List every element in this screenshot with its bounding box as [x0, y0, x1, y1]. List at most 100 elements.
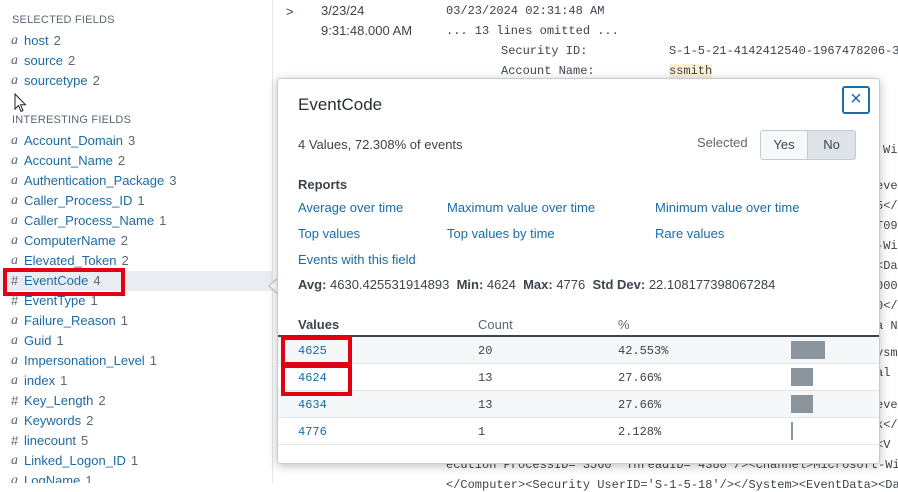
field-count: 1: [85, 473, 93, 483]
field-item-authentication-package[interactable]: a Authentication_Package 3: [0, 171, 272, 191]
report-minimum-over-time[interactable]: Minimum value over time: [655, 200, 800, 215]
security-id-label: Security ID:: [501, 44, 588, 58]
string-field-icon: a: [11, 53, 18, 68]
numeric-field-icon: #: [11, 273, 19, 288]
field-item-computername[interactable]: a ComputerName 2: [0, 231, 272, 251]
percent-cell: 27.66%: [618, 398, 662, 412]
field-item-source[interactable]: a source 2: [0, 51, 272, 71]
field-item-failure-reason[interactable]: a Failure_Reason 1: [0, 311, 272, 331]
report-top-values[interactable]: Top values: [298, 226, 360, 241]
field-item-host[interactable]: a host 2: [0, 31, 272, 51]
field-item-caller-process-name[interactable]: a Caller_Process_Name 1: [0, 211, 272, 231]
field-item-sourcetype[interactable]: a sourcetype 2: [0, 71, 272, 91]
field-name: Authentication_Package 3: [24, 171, 176, 191]
raw-event-line: </Computer><Security UserID='S-1-5-18'/>…: [446, 478, 898, 492]
string-field-icon: a: [11, 473, 18, 483]
std-dev-value: 22.108177398067284: [648, 277, 776, 292]
field-count: 1: [60, 373, 68, 388]
field-name-text: Failure_Reason: [24, 313, 116, 328]
lines-omitted-link[interactable]: ... 13 lines omitted ...: [446, 24, 619, 38]
field-name-text: Caller_Process_Name: [24, 213, 155, 228]
field-item-index[interactable]: a index 1: [0, 371, 272, 391]
field-item-guid[interactable]: a Guid 1: [0, 331, 272, 351]
field-item-key-length[interactable]: # Key_Length 2: [0, 391, 272, 411]
reports-title: Reports: [298, 177, 348, 192]
report-rare-values[interactable]: Rare values: [655, 226, 724, 241]
event-date: 3/23/24: [321, 3, 365, 18]
selected-yes-button[interactable]: Yes: [760, 130, 808, 160]
string-field-icon: a: [11, 173, 18, 188]
field-name-text: Elevated_Token: [24, 253, 117, 268]
field-count: 2: [92, 73, 100, 88]
table-row: 4624 13 27.66%: [278, 364, 879, 391]
popup-title: EventCode: [298, 95, 383, 114]
field-statistics: Avg: 4630.425531914893 Min: 4624 Max: 47…: [298, 277, 775, 292]
numeric-field-icon: #: [11, 433, 19, 448]
value-link[interactable]: 4624: [298, 371, 327, 385]
count-cell: 13: [478, 398, 493, 412]
count-cell: 1: [478, 425, 486, 439]
std-dev-label: Std Dev:: [592, 277, 646, 292]
field-count: 5: [81, 433, 89, 448]
field-item-account-domain[interactable]: a Account_Domain 3: [0, 131, 272, 151]
field-item-linked-logon-id[interactable]: a Linked_Logon_ID 1: [0, 451, 272, 471]
string-field-icon: a: [11, 253, 18, 268]
selected-no-button[interactable]: No: [808, 130, 856, 160]
report-maximum-over-time[interactable]: Maximum value over time: [447, 200, 595, 215]
field-item-logname[interactable]: a LogName 1: [0, 471, 272, 483]
field-name: Keywords 2: [24, 411, 93, 431]
field-name-text: EventCode: [24, 273, 89, 288]
report-top-values-by-time[interactable]: Top values by time: [447, 226, 555, 241]
report-events-with-field[interactable]: Events with this field: [298, 252, 416, 267]
percent-column-header: %: [618, 317, 630, 332]
field-name-text: Caller_Process_ID: [24, 193, 133, 208]
field-name-text: Guid: [24, 333, 52, 348]
interesting-fields-title: INTERESTING FIELDS: [12, 114, 132, 126]
field-name: source 2: [24, 51, 75, 71]
close-button[interactable]: ×: [842, 86, 870, 114]
field-item-caller-process-id[interactable]: a Caller_Process_ID 1: [0, 191, 272, 211]
field-name: ComputerName 2: [24, 231, 128, 251]
value-link[interactable]: 4776: [298, 425, 327, 439]
account-name-label: Account Name:: [501, 64, 595, 78]
selected-fields-title: SELECTED FIELDS: [12, 14, 115, 26]
field-count: 2: [98, 393, 106, 408]
string-field-icon: a: [11, 333, 18, 348]
string-field-icon: a: [11, 193, 18, 208]
field-item-eventcode[interactable]: # EventCode 4: [0, 271, 272, 291]
min-label: Min:: [456, 277, 484, 292]
field-name-text: linecount: [24, 433, 77, 448]
field-item-eventtype[interactable]: # EventType 1: [0, 291, 272, 311]
max-label: Max:: [523, 277, 553, 292]
field-name: Account_Name 2: [24, 151, 125, 171]
field-item-linecount[interactable]: # linecount 5: [0, 431, 272, 451]
security-id-value[interactable]: S-1-5-21-4142412540-1967478206-32: [669, 44, 898, 58]
account-name-value[interactable]: ssmith: [669, 64, 713, 78]
value-link[interactable]: 4625: [298, 344, 327, 358]
field-name: Caller_Process_Name 1: [24, 211, 166, 231]
expand-event-icon[interactable]: >: [286, 4, 294, 19]
field-item-elevated-token[interactable]: a Elevated_Token 2: [0, 251, 272, 271]
report-average-over-time[interactable]: Average over time: [298, 200, 403, 215]
field-name: host 2: [24, 31, 61, 51]
string-field-icon: a: [11, 453, 18, 468]
string-field-icon: a: [11, 133, 18, 148]
field-name: EventCode 4: [24, 271, 101, 291]
count-column-header: Count: [478, 317, 513, 332]
table-row: 4625 20 42.553%: [278, 337, 879, 364]
field-count: 1: [56, 333, 64, 348]
field-item-keywords[interactable]: a Keywords 2: [0, 411, 272, 431]
count-cell: 13: [478, 371, 493, 385]
field-item-account-name[interactable]: a Account_Name 2: [0, 151, 272, 171]
field-name-text: index: [24, 373, 56, 388]
field-name-text: ComputerName: [24, 233, 116, 248]
field-count: 2: [121, 253, 129, 268]
percent-cell: 2.128%: [618, 425, 662, 439]
field-count: 1: [120, 313, 129, 328]
field-count: 1: [137, 193, 145, 208]
values-table-header: Values Count %: [278, 311, 879, 337]
field-count: 2: [117, 153, 126, 168]
value-link[interactable]: 4634: [298, 398, 327, 412]
field-item-impersonation-level[interactable]: a Impersonation_Level 1: [0, 351, 272, 371]
string-field-icon: a: [11, 73, 18, 88]
